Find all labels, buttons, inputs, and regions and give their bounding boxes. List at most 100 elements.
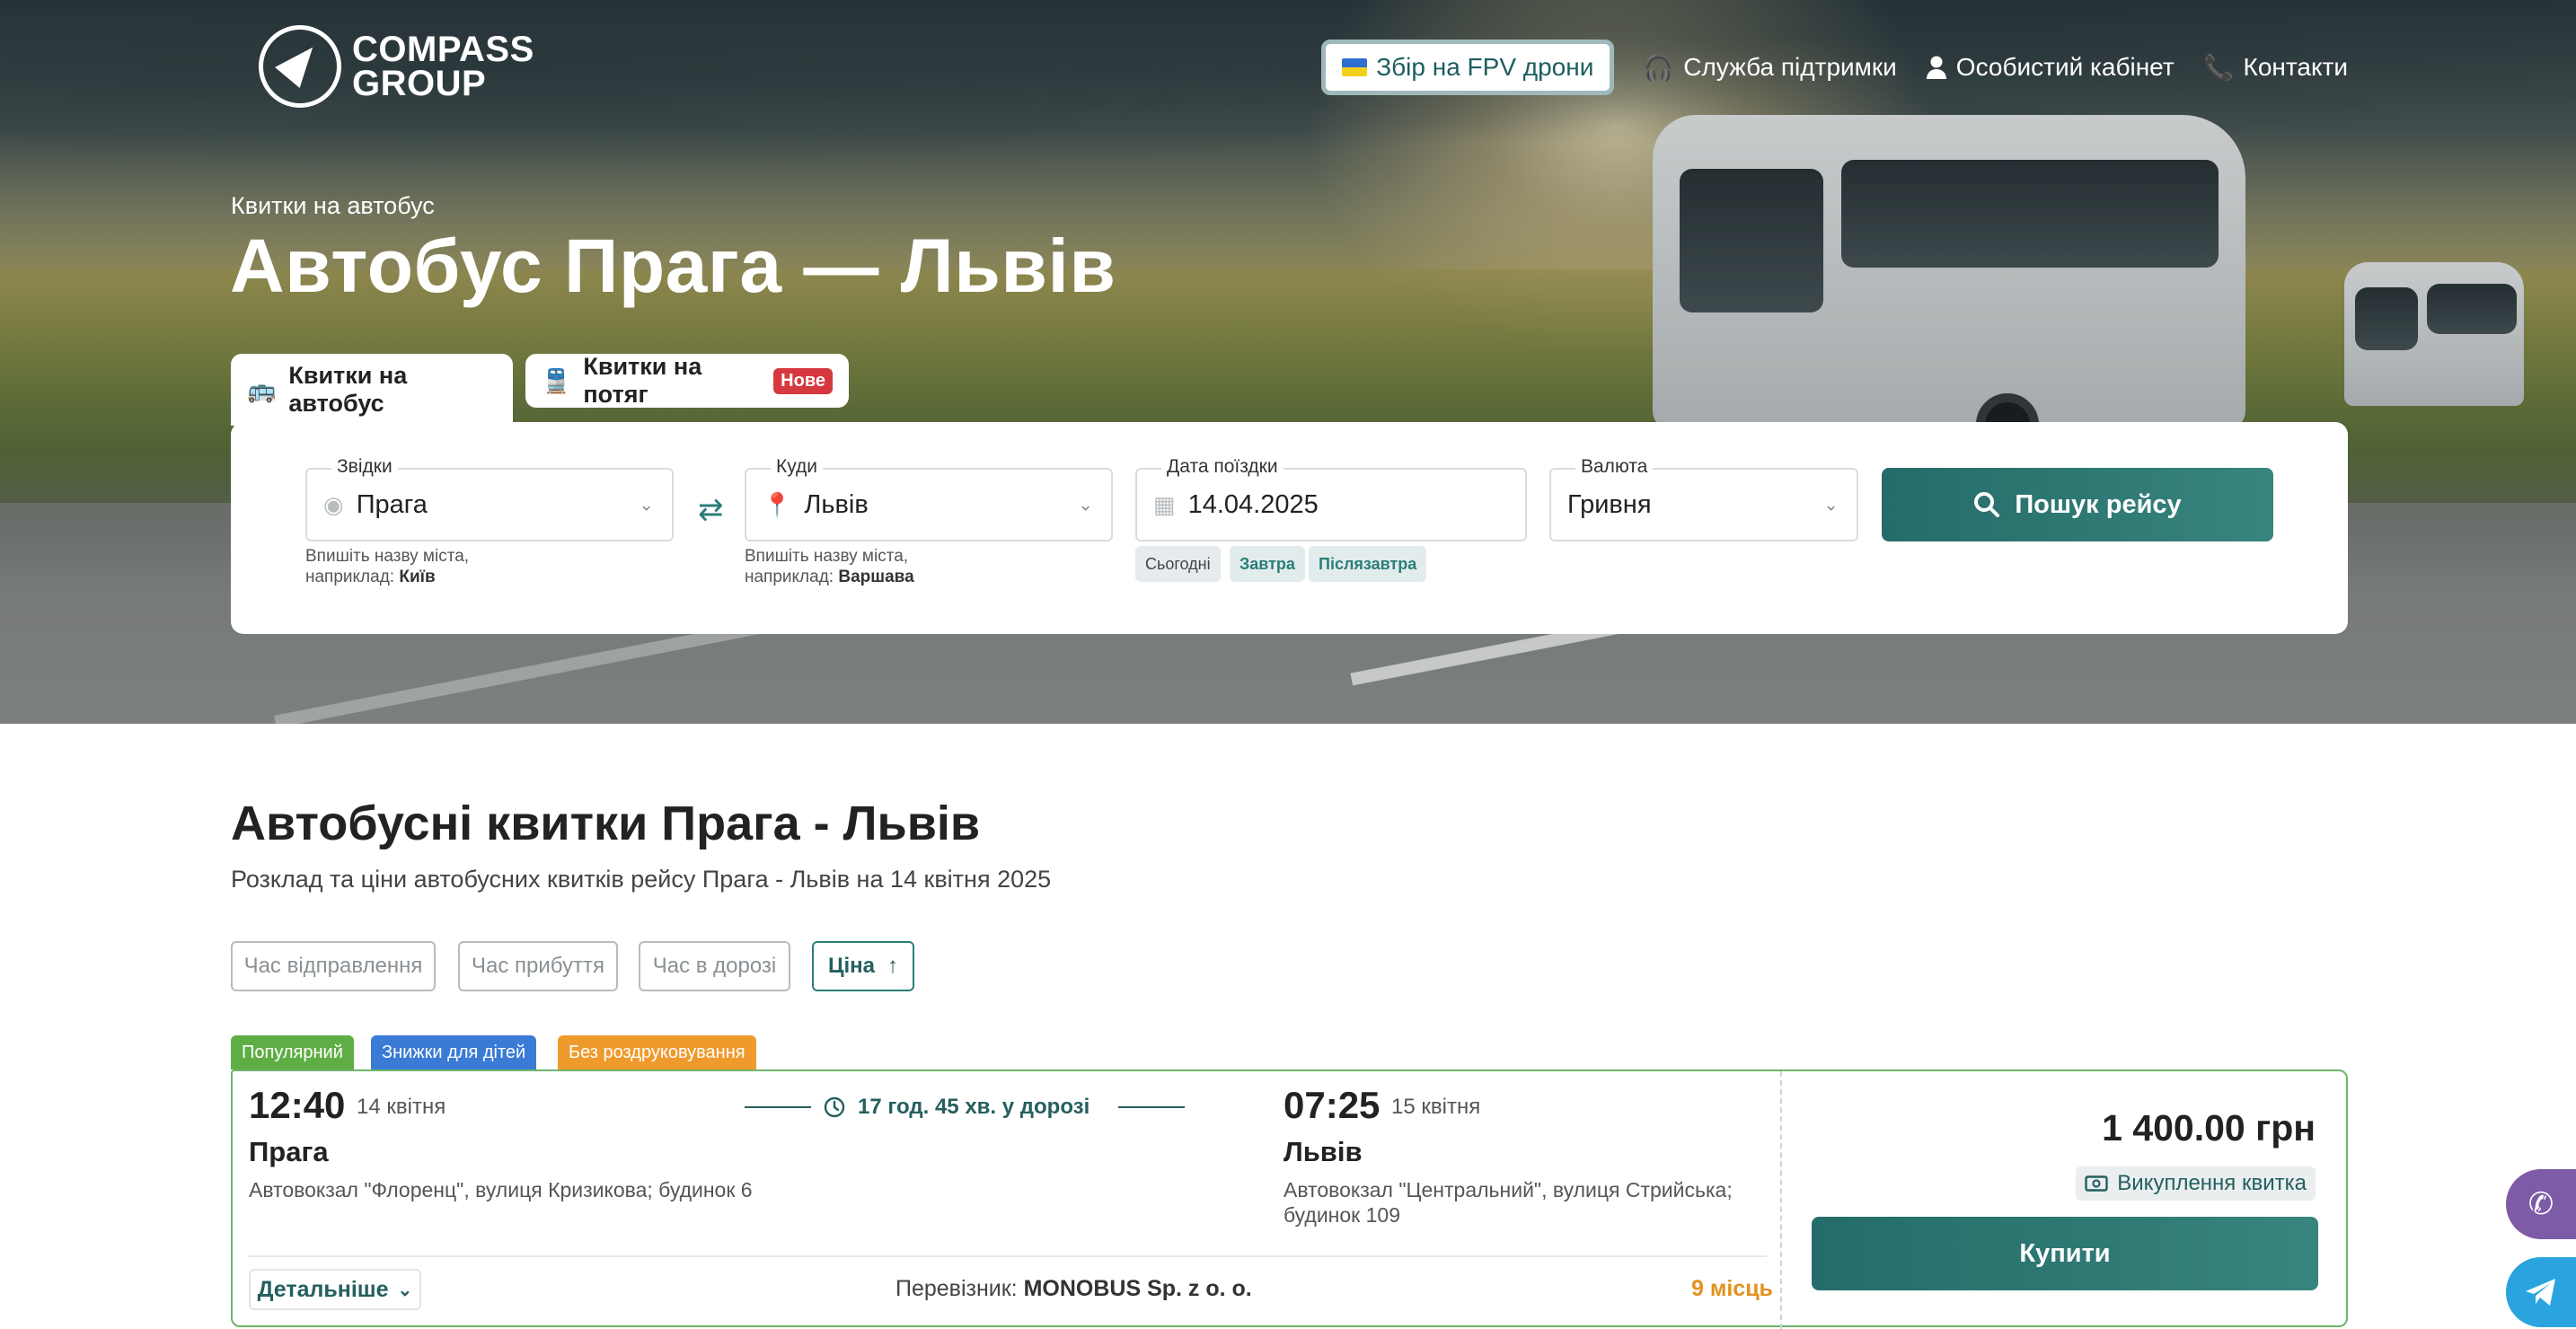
duration-label: 17 год. 45 хв. у дорозі <box>858 1095 1090 1119</box>
fpv-donate-label: Збір на FPV дрони <box>1376 53 1594 81</box>
date-input[interactable]: ▦ 14.04.2025 <box>1135 468 1527 541</box>
telegram-button[interactable] <box>2506 1257 2576 1327</box>
currency-value: Гривня <box>1567 489 1652 519</box>
arrival-address: Автовокзал "Центральний", вулиця Стрийсь… <box>1284 1177 1733 1228</box>
sort-arrival-button[interactable]: Час прибуття <box>458 941 618 991</box>
nav-contacts-link[interactable]: 📞 Контакти <box>2203 53 2348 83</box>
buy-button[interactable]: Купити <box>1812 1217 2318 1290</box>
trip-price: 1 400.00 грн <box>2102 1107 2316 1149</box>
hero-subtitle: Квитки на автобус <box>231 192 435 219</box>
viber-button[interactable]: ✆ <box>2506 1169 2576 1239</box>
nav-account-link[interactable]: Особистий кабінет <box>1926 53 2175 82</box>
from-city-value: Прага <box>356 489 428 519</box>
search-icon <box>1974 492 2000 517</box>
buyout-label: Викуплення квитка <box>2117 1171 2307 1195</box>
date-label: Дата поїздки <box>1161 456 1284 478</box>
from-label: Звідки <box>331 456 398 478</box>
from-hint: Впишіть назву міста, наприклад: Київ <box>305 546 469 587</box>
ticket-buyout-badge: Викуплення квитка <box>2076 1166 2316 1201</box>
user-icon <box>1926 56 1946 79</box>
to-hint-line2: наприклад: Варшава <box>745 567 914 587</box>
arrival-city: Львів <box>1284 1136 1363 1167</box>
fpv-donate-button[interactable]: Збір на FPV дрони <box>1321 40 1615 95</box>
origin-circle-icon: ◉ <box>323 490 344 518</box>
viber-phone-icon: ✆ <box>2527 1187 2554 1221</box>
to-hint: Впишіть назву міста, наприклад: Варшава <box>745 546 914 587</box>
sort-price-button[interactable]: Ціна ↑ <box>812 941 914 991</box>
from-hint-example: Київ <box>399 568 436 586</box>
to-city-select[interactable]: 📍 Львів ⌄ <box>745 468 1113 541</box>
currency-label: Валюта <box>1575 456 1654 478</box>
to-hint-example: Варшава <box>838 568 914 586</box>
card-divider <box>249 1255 1767 1257</box>
phone-icon: 📞 <box>2202 53 2235 82</box>
logo-line-1: COMPASS <box>352 30 534 69</box>
tab-train-label: Квитки на потяг <box>583 353 702 408</box>
arrival-address-line2: будинок 109 <box>1284 1203 1400 1227</box>
from-city-select[interactable]: ◉ Прага ⌄ <box>305 468 674 541</box>
chevron-down-icon: ⌄ <box>639 495 654 515</box>
logo-text: COMPASS GROUP <box>352 30 534 103</box>
nav-contacts-label: Контакти <box>2243 53 2348 81</box>
departure-time: 12:40 <box>249 1084 346 1126</box>
nav-account-label: Особистий кабінет <box>1955 53 2175 81</box>
departure-city: Прага <box>249 1136 329 1167</box>
logo-line-2: GROUP <box>352 64 487 103</box>
page-title: Автобусні квитки Прага - Львів <box>231 797 981 850</box>
from-hint-line2: наприклад: Київ <box>305 567 469 587</box>
search-button-label: Пошук рейсу <box>2015 489 2182 519</box>
headset-icon: 🎧 <box>1643 53 1675 82</box>
card-vertical-divider <box>1780 1071 1782 1329</box>
arrival-date: 15 квітня <box>1391 1095 1481 1119</box>
chip-day-after[interactable]: Післязавтра <box>1309 546 1427 582</box>
nav-support-link[interactable]: 🎧 Служба підтримки <box>1643 53 1896 83</box>
carrier-info: Перевізник: MONOBUS Sp. z o. o. <box>895 1276 1252 1302</box>
location-pin-icon: 📍 <box>763 490 792 518</box>
swap-cities-icon[interactable]: ⇄ <box>698 492 724 528</box>
new-badge: Нове <box>773 367 833 394</box>
compass-group-logo[interactable]: COMPASS GROUP <box>259 25 534 108</box>
arrow-up-icon: ↑ <box>887 954 899 978</box>
chevron-down-icon: ⌄ <box>397 1280 413 1300</box>
tag-popular: Популярний <box>231 1035 354 1069</box>
chevron-down-icon: ⌄ <box>1078 495 1093 515</box>
tab-bus-tickets[interactable]: 🚌 Квитки на автобус <box>231 354 513 426</box>
nav-support-label: Служба підтримки <box>1683 53 1897 81</box>
clock-icon <box>824 1096 845 1118</box>
tag-no-print: Без роздруковування <box>558 1035 756 1069</box>
tag-child-discount: Знижки для дітей <box>371 1035 537 1069</box>
chip-tomorrow[interactable]: Завтра <box>1230 546 1305 582</box>
chevron-down-icon: ⌄ <box>1823 495 1839 515</box>
ukraine-flag-icon <box>1342 58 1368 76</box>
hero-title: Автобус Прага — Львів <box>230 224 1116 308</box>
arrival-address-line1: Автовокзал "Центральний", вулиця Стрийсь… <box>1284 1178 1733 1201</box>
carrier-name: MONOBUS Sp. z o. o. <box>1023 1276 1252 1301</box>
arrival-time: 07:25 <box>1284 1084 1381 1126</box>
to-hint-prefix: наприклад: <box>745 568 839 586</box>
telegram-icon <box>2526 1279 2555 1306</box>
compass-icon <box>259 25 341 108</box>
currency-select[interactable]: Гривня ⌄ <box>1549 468 1858 541</box>
search-trip-button[interactable]: Пошук рейсу <box>1882 468 2273 541</box>
money-icon <box>2085 1175 2108 1192</box>
calendar-icon: ▦ <box>1153 490 1176 518</box>
sort-departure-button[interactable]: Час відправлення <box>231 941 436 991</box>
from-hint-prefix: наприклад: <box>305 568 400 586</box>
departure-address: Автовокзал "Флоренц", вулиця Кризикова; … <box>249 1178 753 1201</box>
to-city-value: Львів <box>804 489 869 519</box>
to-label: Куди <box>771 456 824 478</box>
tab-train-tickets[interactable]: 🚆 Квитки на потяг Нове <box>525 353 849 408</box>
date-value: 14.04.2025 <box>1187 489 1319 519</box>
seats-available: 9 місць <box>1691 1276 1773 1301</box>
train-icon: 🚆 <box>542 366 571 394</box>
chip-today[interactable]: Сьогодні <box>1135 546 1221 582</box>
top-navigation: Збір на FPV дрони 🎧 Служба підтримки Осо… <box>1321 40 2348 95</box>
trip-duration: 17 год. 45 хв. у дорозі <box>745 1095 1186 1120</box>
tab-bus-label: Квитки на автобус <box>288 362 408 417</box>
details-button[interactable]: Детальніше ⌄ <box>249 1269 421 1310</box>
duration-line-right <box>1118 1106 1186 1108</box>
page-description: Розклад та ціни автобусних квитків рейсу… <box>231 866 1052 893</box>
departure-date: 14 квітня <box>357 1095 446 1119</box>
sort-duration-button[interactable]: Час в дорозі <box>639 941 790 991</box>
from-hint-line1: Впишіть назву міста, <box>305 547 470 566</box>
